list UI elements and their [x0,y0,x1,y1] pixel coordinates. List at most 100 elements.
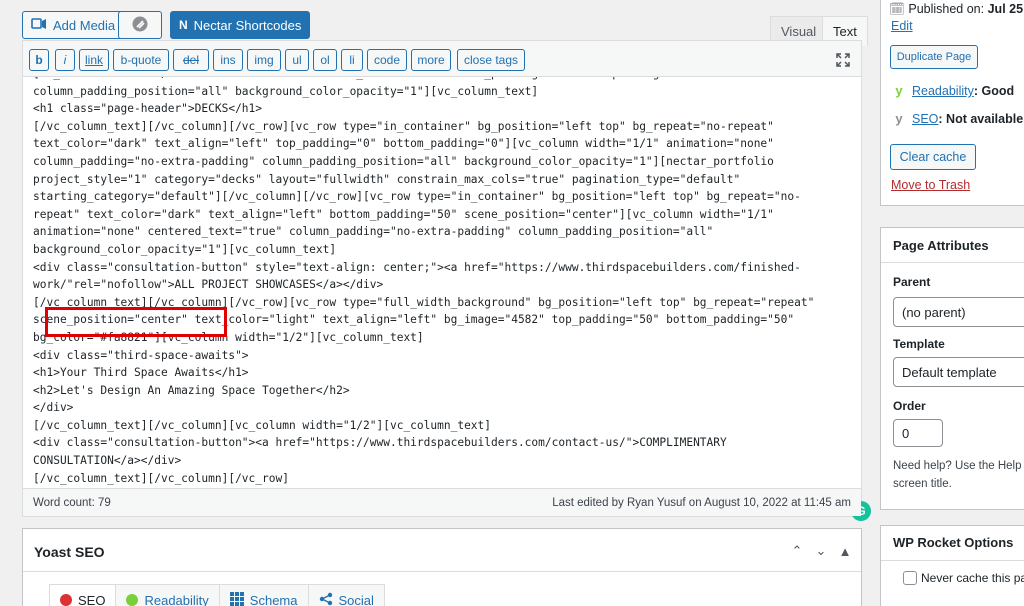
qt-bquote-button[interactable]: b-quote [113,49,169,71]
yoast-divider [23,571,861,572]
readability-link[interactable]: Readability [912,84,974,98]
yoast-tabs: SEO Readability Schema Social [49,584,385,606]
fullscreen-icon[interactable] [833,50,853,70]
grid-icon [229,591,244,606]
published-on: 🗓 Published on: Jul 25 [889,2,1023,17]
code-line: repeat" text_color="dark" text_align="le… [33,207,774,221]
qt-ul-button[interactable]: ul [285,49,309,71]
code-line: work/"rel="nofollow">ALL PROJECT SHOWCAS… [33,278,384,292]
quicktags-toolbar: b i link b-quote del ins img ul ol li co… [23,41,861,77]
help-text-line2: screen title. [893,478,952,490]
code-line: <div class="third-space-awaits"> [33,348,249,362]
yoast-tab-social-label: Social [338,592,374,606]
slash-circle-icon [131,15,149,36]
seo-link[interactable]: SEO [912,112,938,126]
code-textarea[interactable]: [vc_column width="1/1" animation="none" … [33,77,848,489]
published-label: Published on: [908,2,985,16]
page-attributes-box: Page Attributes Parent (no parent) Templ… [880,227,1024,510]
seo-score: y SEO: Not available [891,111,1023,127]
yoast-tab-schema-label: Schema [249,592,298,606]
media-icon [31,16,47,35]
tab-visual-label: Visual [781,23,817,39]
never-cache-checkbox[interactable] [903,571,917,585]
qt-link-button[interactable]: link [79,49,109,71]
code-line: <div class="consultation-button" style="… [33,260,801,274]
yoast-tab-seo-label: SEO [78,592,106,606]
code-line: </div> [33,401,74,415]
add-media-button[interactable]: Add Media [22,11,125,39]
nectar-icon: N [179,18,188,32]
yoast-seo-box: Yoast SEO ⌃ ⌄ ▲ SEO Readability Schema S… [22,528,862,606]
code-line: animation="none" centered_text="true" co… [33,225,714,239]
yoast-seo-title: Yoast SEO [34,544,105,560]
page-attributes-title: Page Attributes [893,238,989,253]
order-label: Order [893,399,926,413]
code-line: starting_category="default"][/vc_column]… [33,190,801,204]
yoast-box-controls: ⌃ ⌄ ▲ [787,541,855,561]
readability-score: y Readability: Good [891,83,1014,99]
share-icon [319,592,333,606]
wp-rocket-box: WP Rocket Options Never cache this pa [880,525,1024,606]
qt-ins-button[interactable]: ins [213,49,243,71]
page-attributes-divider [881,262,1024,263]
code-line: [/vc_column_text][/vc_column][/vc_row][v… [33,119,774,133]
parent-select[interactable]: (no parent) [893,297,1024,327]
code-line: <h2>Let's Design An Amazing Space Togeth… [33,383,350,397]
wp-rocket-title: WP Rocket Options [893,535,1014,550]
yoast-tab-readability[interactable]: Readability [115,584,219,606]
smiley-icon [126,594,139,606]
editor-top-bar: Add Media N Nectar Shortcodes Visual Tex… [22,10,868,46]
qt-ol-button[interactable]: ol [313,49,337,71]
clear-cache-button[interactable]: Clear cache [890,144,976,170]
yoast-tab-readability-label: Readability [144,592,209,606]
yoast-tab-seo[interactable]: SEO [49,584,116,606]
code-line: CONSULTATION</a></div> [33,454,182,468]
code-line: <h1 class="page-header">DECKS</h1> [33,102,263,116]
qt-del-button[interactable]: del [173,49,209,71]
yoast-tab-schema[interactable]: Schema [218,584,308,606]
move-up-icon[interactable]: ⌃ [787,541,807,561]
qt-more-button[interactable]: more [411,49,451,71]
seo-status-dot-icon [60,594,72,606]
wp-rocket-divider [881,560,1024,561]
yoast-tab-social[interactable]: Social [307,584,385,606]
code-line: [/vc_column_text][/vc_column][/vc_row] [33,471,289,485]
highlight-annotation-box [45,307,227,337]
nectar-shortcodes-button[interactable]: N Nectar Shortcodes [170,11,311,39]
move-down-icon[interactable]: ⌄ [811,541,831,561]
code-line: column_padding="no-extra-padding" column… [33,154,774,168]
qt-li-button[interactable]: li [341,49,363,71]
qt-bold-button[interactable]: b [29,49,49,71]
text-editor: b i link b-quote del ins img ul ol li co… [22,40,871,521]
qt-code-button[interactable]: code [367,49,407,71]
nectar-shortcodes-label: Nectar Shortcodes [193,17,302,33]
add-media-label: Add Media [53,17,116,33]
yoast-readability-icon: y [895,83,903,98]
word-count: Word count: 79 [33,496,111,509]
publish-box: 🗓 Published on: Jul 25 Edit Duplicate Pa… [880,0,1024,206]
code-line: background_color_opacity="1"][vc_column_… [33,242,337,256]
order-input[interactable]: 0 [893,419,943,447]
yoast-seo-icon: y [895,111,903,126]
help-text-line1: Need help? Use the Help [893,460,1022,472]
code-line: project_style="1" category="decks" layou… [33,172,741,186]
code-line: [/vc_column_text][/vc_column][vc_column … [33,418,492,432]
published-date: Jul 25 [987,2,1024,16]
qt-close-tags-button[interactable]: close tags [457,49,525,71]
code-content: [vc_column width="1/1" animation="none" … [33,77,814,487]
template-select[interactable]: Default template [893,357,1024,387]
template-label: Template [893,337,945,351]
seo-value: : Not available [938,112,1024,126]
editor-status-bar: Word count: 79 Last edited by Ryan Yusuf… [23,488,861,516]
qt-italic-button[interactable]: i [55,49,75,71]
collapse-icon[interactable]: ▲ [835,541,855,561]
code-line: column_padding_position="all" background… [33,84,539,98]
code-line: <div class="consultation-button"><a href… [33,436,727,450]
move-to-trash-link[interactable]: Move to Trash [891,178,970,192]
tab-text-label: Text [833,23,857,39]
qt-img-button[interactable]: img [247,49,281,71]
shortcode-button[interactable] [118,11,162,39]
parent-label: Parent [893,275,931,289]
duplicate-page-button[interactable]: Duplicate Page [890,45,978,69]
edit-date-link[interactable]: Edit [891,19,913,33]
